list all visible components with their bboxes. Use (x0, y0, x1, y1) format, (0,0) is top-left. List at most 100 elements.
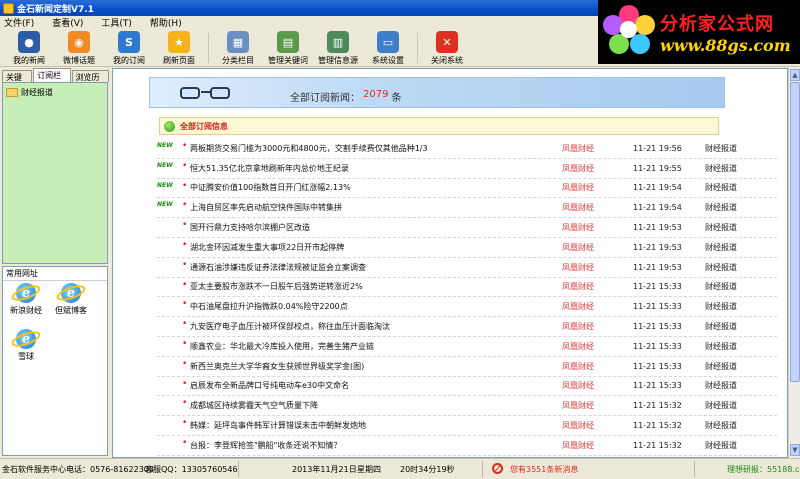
help-button[interactable]: 帮助 (770, 50, 786, 61)
news-category[interactable]: 财经报道 (705, 163, 737, 174)
news-category[interactable]: 财经报道 (705, 420, 737, 431)
news-source[interactable]: 凤凰财经 (562, 202, 594, 213)
news-headline[interactable]: 国开行鼎力支持哈尔滨棚户区改造 (190, 222, 310, 233)
tab-history[interactable]: 浏览历史 (71, 70, 109, 93)
news-row[interactable]: NEW • 上海自贸区率先启动航空快件国际中转集拼 凤凰财经 11-21 19:54 财经… (157, 198, 777, 219)
news-headline[interactable]: 湖北金环因减发生重大事项22日开市起停牌 (190, 242, 344, 253)
news-source[interactable]: 凤凰财经 (562, 242, 594, 253)
news-category[interactable]: 财经报道 (705, 440, 737, 451)
news-headline[interactable]: 通源石油涉嫌违反证券法律法规被证监会立案调查 (190, 262, 366, 273)
news-headline[interactable]: 顺鑫农业：华北最大冷库投入使用，完善生猪产业链 (190, 341, 374, 352)
news-headline[interactable]: 上海自贸区率先启动航空快件国际中转集拼 (190, 202, 342, 213)
menu-file[interactable]: 文件(F) (4, 16, 34, 29)
news-headline[interactable]: 亚太主要股市涨跌不一日股午后强势逆转涨近2% (190, 281, 363, 292)
news-source[interactable]: 凤凰财经 (562, 163, 594, 174)
news-row[interactable]: • 顺鑫农业：华北最大冷库投入使用，完善生猪产业链 凤凰财经 11-21 15:33 财… (157, 337, 777, 357)
tab-subscriptions[interactable]: 订阅栏目 (33, 68, 71, 91)
news-source[interactable]: 凤凰财经 (562, 321, 594, 332)
news-headline[interactable]: 启辰发布全新品牌口号纯电动车e30中文命名 (190, 380, 349, 391)
tree-item-finance[interactable]: 财经报道 (3, 83, 107, 98)
news-category[interactable]: 财经报道 (705, 202, 737, 213)
news-source[interactable]: 凤凰财经 (562, 262, 594, 273)
toolbar-button-close[interactable]: ✕ 关闭系统 (422, 29, 472, 66)
scroll-down-arrow-icon[interactable]: ▼ (790, 444, 800, 456)
news-source[interactable]: 凤凰财经 (562, 380, 594, 391)
news-time: 11-21 15:33 (633, 322, 682, 332)
toolbar-button-keyword-table[interactable]: ▤ 管理关键词 (263, 29, 313, 66)
news-category[interactable]: 财经报道 (705, 361, 737, 372)
bullet-icon: • (182, 418, 188, 429)
news-row[interactable]: NEW • 中证腾安价值100指数首日开门红涨幅2.13% 凤凰财经 11-21 19:… (157, 179, 777, 199)
news-source[interactable]: 凤凰财经 (562, 400, 594, 411)
news-category[interactable]: 财经报道 (705, 341, 737, 352)
vertical-scrollbar[interactable]: ▲ ▼ (788, 68, 800, 458)
news-source[interactable]: 凤凰财经 (562, 341, 594, 352)
news-row[interactable]: NEW • 两板期货交易门槛为3000元和4800元，交割手续费仅其他品种1/3 凤凰… (157, 139, 777, 159)
news-category[interactable]: 财经报道 (705, 262, 737, 273)
source-icon: ▥ (327, 31, 349, 53)
tab-keywords[interactable]: 关键词 (2, 70, 33, 93)
toolbar-button-source[interactable]: ▥ 管理信息源 (313, 29, 363, 66)
news-row[interactable]: • 台报：李登辉抢签"鹏船"收条还说不知情？ 凤凰财经 11-21 15:32 财经报道 (157, 436, 777, 456)
status-weekday: 星期四 (357, 465, 381, 474)
news-source[interactable]: 凤凰财经 (562, 420, 594, 431)
news-category[interactable]: 财经报道 (705, 400, 737, 411)
news-row[interactable]: • 湖北金环因减发生重大事项22日开市起停牌 凤凰财经 11-21 19:53 财经报道 (157, 238, 777, 258)
news-row[interactable]: • 九安医疗电子血压计被环保部校点，称往血压计面临淘汰 凤凰财经 11-21 15:3… (157, 317, 777, 337)
news-row[interactable]: • 新西兰奥克兰大学华裔女生获颁世界级奖学金(图) 凤凰财经 11-21 15:33 财… (157, 357, 777, 377)
bullet-icon: • (182, 259, 188, 270)
news-row[interactable]: • 通源石油涉嫌违反证券法律法规被证监会立案调查 凤凰财经 11-21 19:53 财经… (157, 258, 777, 278)
toolbar-button-category[interactable]: ▦ 分类栏目 (213, 29, 263, 66)
news-row[interactable]: • 启辰发布全新品牌口号纯电动车e30中文命名 凤凰财经 11-21 15:33 财经报… (157, 377, 777, 397)
status-alert[interactable]: 您有3551条新消息 (510, 464, 578, 475)
news-source[interactable]: 凤凰财经 (562, 301, 594, 312)
bullet-icon: • (182, 358, 188, 369)
news-source[interactable]: 凤凰财经 (562, 281, 594, 292)
news-headline[interactable]: 恒大51.35亿北京拿地刷新年内总价地王纪录 (190, 163, 349, 174)
news-headline[interactable]: 成都城区持续雾霾天气空气质量下降 (190, 400, 318, 411)
news-source[interactable]: 凤凰财经 (562, 440, 594, 451)
menu-view[interactable]: 查看(V) (52, 16, 83, 29)
news-headline[interactable]: 中石油尾盘拉升沪指微跌0.04%险守2200点 (190, 301, 348, 312)
toolbar-button-label: 关闭系统 (431, 56, 463, 65)
news-row[interactable]: • 中石油尾盘拉升沪指微跌0.04%险守2200点 凤凰财经 11-21 15:33 财… (157, 297, 777, 318)
news-source[interactable]: 凤凰财经 (562, 182, 594, 193)
news-category[interactable]: 财经报道 (705, 301, 737, 312)
toolbar-button-subscribe[interactable]: S 我的订阅 (104, 29, 154, 66)
news-category[interactable]: 财经报道 (705, 222, 737, 233)
news-category[interactable]: 财经报道 (705, 242, 737, 253)
news-row[interactable]: • 韩媒：延坪岛事件韩军计算错误未击中朝鲜发炮地 凤凰财经 11-21 15:32 财经… (157, 416, 777, 436)
bullet-icon: • (182, 200, 188, 211)
toolbar-button-rss[interactable]: ◉ 微博话题 (54, 29, 104, 66)
menu-tools[interactable]: 工具(T) (101, 16, 132, 29)
news-source[interactable]: 凤凰财经 (562, 222, 594, 233)
news-headline[interactable]: 两板期货交易门槛为3000元和4800元，交割手续费仅其他品种1/3 (190, 143, 428, 154)
news-category[interactable]: 财经报道 (705, 182, 737, 193)
news-row[interactable]: • 成都城区持续雾霾天气空气质量下降 凤凰财经 11-21 15:32 财经报道 (157, 396, 777, 417)
news-category[interactable]: 财经报道 (705, 143, 737, 154)
toolbar-button-refresh-star[interactable]: ★ 刷新页面 (154, 29, 204, 66)
toolbar-button-user[interactable]: ● 我的新闻 (4, 29, 54, 66)
link-xueqiu[interactable]: e 雪球 (6, 329, 46, 362)
news-category[interactable]: 财经报道 (705, 380, 737, 391)
news-source[interactable]: 凤凰财经 (562, 143, 594, 154)
news-headline[interactable]: 九安医疗电子血压计被环保部校点，称往血压计面临淘汰 (190, 321, 390, 332)
menu-help[interactable]: 帮助(H) (150, 16, 182, 29)
link-sina-finance[interactable]: e 新浪财经 (6, 283, 46, 316)
toolbar-button-monitor[interactable]: ▭ 系统设置 (363, 29, 413, 66)
news-source[interactable]: 凤凰财经 (562, 361, 594, 372)
news-headline[interactable]: 新西兰奥克兰大学华裔女生获颁世界级奖学金(图) (190, 361, 364, 372)
news-category[interactable]: 财经报道 (705, 281, 737, 292)
news-row[interactable]: NEW • 恒大51.35亿北京拿地刷新年内总价地王纪录 凤凰财经 11-21 19:5… (157, 159, 777, 179)
news-headline[interactable]: 韩媒：延坪岛事件韩军计算错误未击中朝鲜发炮地 (190, 420, 366, 431)
news-row[interactable]: • 国开行鼎力支持哈尔滨棚户区改造 凤凰财经 11-21 19:53 财经报道 (157, 218, 777, 238)
subscription-tree: 财经报道 (2, 82, 108, 264)
news-category[interactable]: 财经报道 (705, 321, 737, 332)
left-tabs: 关键词 订阅栏目 浏览历史 (0, 68, 110, 93)
news-row[interactable]: • 亚太主要股市涨跌不一日股午后强势逆转涨近2% 凤凰财经 11-21 15:33 财经… (157, 278, 777, 298)
news-headline[interactable]: 中证腾安价值100指数首日开门红涨幅2.13% (190, 182, 351, 193)
link-danbin-blog[interactable]: e 但斌博客 (51, 283, 91, 316)
news-headline[interactable]: 台报：李登辉抢签"鹏船"收条还说不知情？ (190, 440, 341, 451)
scroll-up-arrow-icon[interactable]: ▲ (790, 69, 800, 81)
scroll-thumb[interactable] (790, 82, 800, 382)
